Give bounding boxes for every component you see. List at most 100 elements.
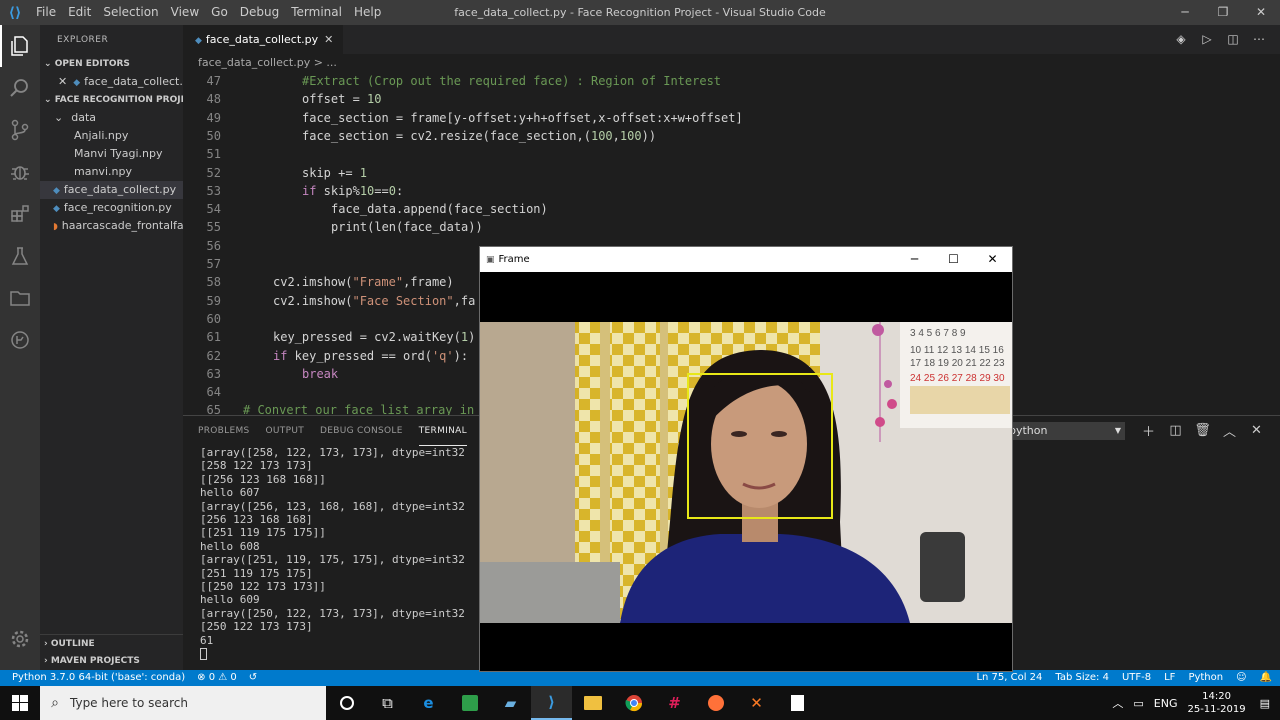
line-number: 50 (206, 128, 221, 143)
python-file-icon: ◆ (53, 204, 60, 214)
close-panel-icon[interactable]: ✕ (1243, 423, 1270, 438)
menu-go[interactable]: Go (205, 0, 234, 25)
open-editors-section[interactable]: ⌄ OPEN EDITORS (40, 55, 183, 73)
line-number: 56 (206, 238, 221, 253)
split-editor-icon[interactable]: ◫ (1220, 25, 1246, 54)
code-line: #Extract (Crop out the required face) : … (302, 74, 722, 88)
menu-selection[interactable]: Selection (97, 0, 164, 25)
chevron-down-icon: ⌄ (44, 59, 55, 69)
explorer-icon[interactable] (0, 25, 40, 67)
line-number: 54 (206, 202, 221, 217)
menu-terminal[interactable]: Terminal (285, 0, 348, 25)
chevron-right-icon: › (44, 639, 51, 649)
tab-output[interactable]: OUTPUT (266, 417, 304, 445)
breadcrumb[interactable]: face_data_collect.py > ... (183, 54, 1280, 72)
frame-close-button[interactable]: ✕ (973, 247, 1012, 272)
tab-problems[interactable]: PROBLEMS (198, 417, 250, 445)
problems-count[interactable]: ⊗ 0 ⚠ 0 (197, 670, 237, 686)
open-editor-item[interactable]: ✕◆face_data_collect.py (40, 73, 183, 91)
remote-icon[interactable] (0, 319, 40, 361)
language-mode[interactable]: Python (1188, 670, 1223, 686)
folder-icon[interactable] (0, 277, 40, 319)
gear-icon[interactable] (0, 618, 40, 660)
line-number: 51 (206, 147, 221, 162)
edge-icon[interactable]: e (408, 686, 449, 720)
open-changes-icon[interactable]: ◈ (1168, 25, 1194, 54)
search-icon[interactable] (0, 67, 40, 109)
slack-icon[interactable]: # (654, 686, 695, 720)
vscode-logo-icon: ⟨⟩ (8, 4, 22, 21)
task-view-icon[interactable]: ⧉ (367, 686, 408, 720)
menu-edit[interactable]: Edit (62, 0, 97, 25)
notepad-icon[interactable] (777, 686, 818, 720)
close-icon[interactable]: ✕ (58, 75, 67, 88)
editor-tab[interactable]: ◆ face_data_collect.py ✕ (183, 25, 344, 54)
cursor-position[interactable]: Ln 75, Col 24 (976, 670, 1042, 686)
run-icon[interactable]: ▷ (1194, 25, 1220, 54)
split-terminal-icon[interactable]: ◫ (1162, 423, 1189, 438)
network-icon[interactable]: ▭ (1133, 697, 1143, 710)
more-actions-icon[interactable]: ⋯ (1246, 25, 1272, 54)
tab-terminal[interactable]: TERMINAL (418, 417, 467, 446)
python-interpreter[interactable]: Python 3.7.0 64-bit ('base': conda) (12, 670, 185, 686)
clock[interactable]: 14:20 25-11-2019 (1187, 690, 1245, 716)
debug-icon[interactable] (0, 151, 40, 193)
tab-debug-console[interactable]: DEBUG CONSOLE (320, 417, 403, 445)
terminal-select[interactable]: python ▼ (1005, 421, 1125, 440)
menu-debug[interactable]: Debug (234, 0, 285, 25)
green-app-icon[interactable] (449, 686, 490, 720)
language-indicator[interactable]: ENG (1154, 697, 1178, 710)
file-explorer-icon[interactable] (572, 686, 613, 720)
feedback-icon[interactable]: ☺ (1236, 670, 1246, 686)
close-icon[interactable]: ✕ (324, 33, 333, 46)
vscode-taskbar-icon[interactable]: ⟩ (531, 686, 572, 720)
file-item[interactable]: ◆ face_recognition.py (40, 199, 183, 217)
chevron-up-icon[interactable]: ︿ (1112, 695, 1123, 711)
code-line: if key_pressed == ord('q'): (273, 348, 469, 363)
menu-file[interactable]: File (30, 0, 62, 25)
file-item[interactable]: manvi.npy (40, 163, 183, 181)
activity-bar (0, 25, 40, 670)
trash-icon[interactable]: 🗑 (1189, 423, 1216, 438)
windows-start-icon[interactable] (0, 686, 40, 720)
encoding[interactable]: UTF-8 (1122, 670, 1151, 686)
menu-help[interactable]: Help (348, 0, 387, 25)
taskbar-search[interactable]: ⌕ Type here to search (40, 686, 326, 720)
firefox-icon[interactable] (695, 686, 736, 720)
maven-section[interactable]: › MAVEN PROJECTS (40, 652, 183, 670)
chrome-icon[interactable] (613, 686, 654, 720)
new-terminal-icon[interactable]: ＋ (1135, 421, 1162, 440)
extensions-icon[interactable] (0, 193, 40, 235)
frame-maximize-button[interactable]: ☐ (934, 247, 973, 272)
python-file-icon: ◆ (195, 36, 202, 46)
maximize-panel-icon[interactable]: ︿ (1216, 421, 1243, 440)
status-bar: Python 3.7.0 64-bit ('base': conda) ⊗ 0 … (0, 670, 1280, 686)
python-app-icon[interactable]: ▰ (490, 686, 531, 720)
xml-file-icon: ◗ (53, 222, 58, 232)
xampp-icon[interactable]: ✕ (736, 686, 777, 720)
test-flask-icon[interactable] (0, 235, 40, 277)
file-item-selected[interactable]: ◆ face_data_collect.py (40, 181, 183, 199)
menu-view[interactable]: View (165, 0, 205, 25)
file-item[interactable]: ◗ haarcascade_frontalfa... (40, 217, 183, 235)
file-item[interactable]: Manvi Tyagi.npy (40, 145, 183, 163)
cortana-icon[interactable] (326, 686, 367, 720)
folder-data[interactable]: ⌄ data (40, 109, 183, 127)
close-button[interactable]: ✕ (1242, 0, 1280, 25)
outline-section[interactable]: › OUTLINE (40, 634, 183, 652)
line-ending[interactable]: LF (1164, 670, 1175, 686)
bell-icon[interactable]: 🔔 (1260, 670, 1272, 686)
tab-size[interactable]: Tab Size: 4 (1055, 670, 1109, 686)
file-item[interactable]: Anjali.npy (40, 127, 183, 145)
line-number: 59 (206, 293, 221, 308)
history-icon[interactable]: ↺ (249, 670, 257, 686)
restore-button[interactable]: ❐ (1204, 0, 1242, 25)
minimize-button[interactable]: ─ (1166, 0, 1204, 25)
code-line: skip += 1 (302, 165, 368, 180)
frame-window: ▣ Frame ─ ☐ ✕ 3 4 5 6 7 8 9 10 11 12 13 … (479, 246, 1013, 672)
source-control-icon[interactable] (0, 109, 40, 151)
frame-minimize-button[interactable]: ─ (895, 247, 934, 272)
notifications-icon[interactable]: ▤ (1260, 697, 1270, 710)
project-section[interactable]: ⌄ FACE RECOGNITION PROJE... (40, 91, 183, 109)
chevron-right-icon: › (44, 656, 51, 666)
